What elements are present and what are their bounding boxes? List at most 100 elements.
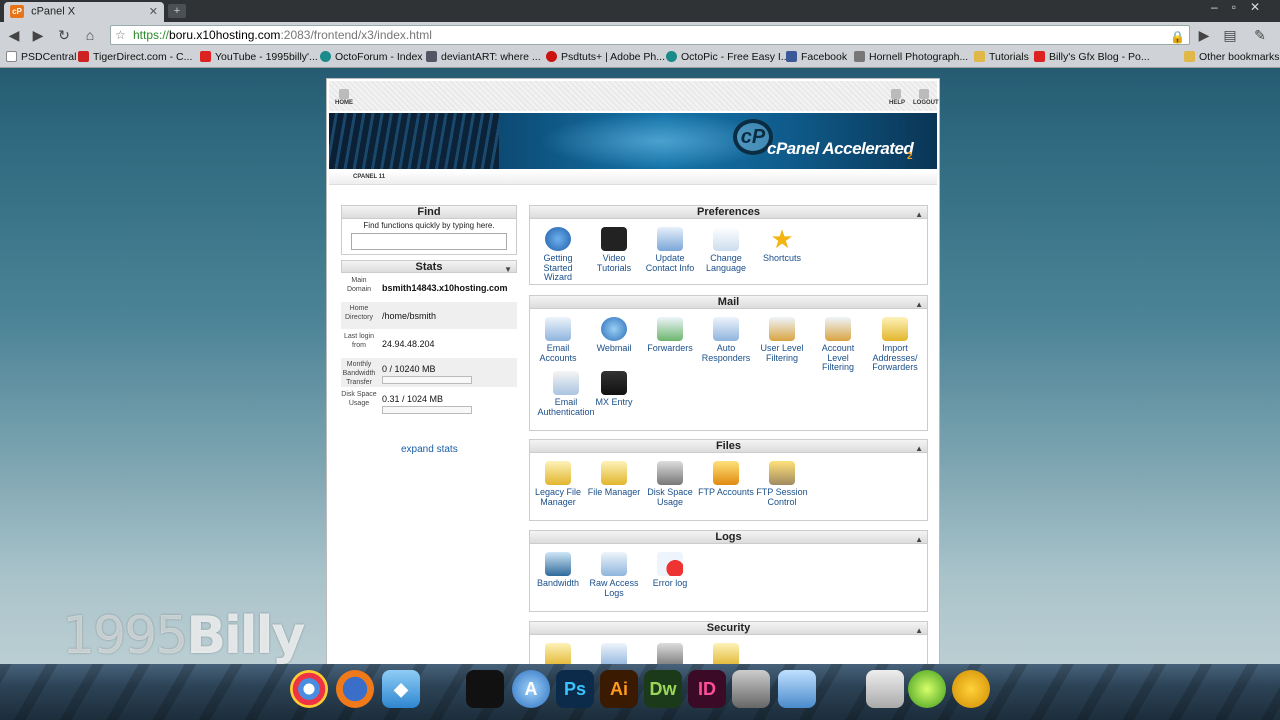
forwarders-item[interactable]: Forwarders [642, 317, 698, 354]
home-button[interactable]: ⌂ [80, 25, 100, 45]
chrome-icon[interactable] [290, 670, 328, 708]
ftp-session-control-item[interactable]: FTP Session Control [754, 461, 810, 507]
breadcrumb: CPANEL 11 [329, 171, 937, 185]
user-level-filtering-item[interactable]: User Level Filtering [754, 317, 810, 363]
folder-icon [601, 461, 627, 485]
other-bookmarks-folder[interactable]: Other bookmarks [1184, 51, 1280, 63]
ftp-accounts-item[interactable]: FTP Accounts [698, 461, 754, 498]
collapse-icon[interactable]: ▲ [915, 442, 923, 455]
address-bar[interactable]: ☆ https://boru.x10hosting.com:2083/front… [110, 25, 1190, 45]
find-hint: Find functions quickly by typing here. [363, 221, 495, 230]
lime-icon[interactable] [908, 670, 946, 708]
close-tab-icon[interactable]: ✕ [149, 5, 158, 18]
photoshop-icon[interactable]: Ps [556, 670, 594, 708]
play-icon[interactable]: ▶ [1194, 25, 1214, 45]
bookmark-item[interactable]: OctoPic - Free Easy I... [666, 51, 790, 63]
bookmark-item[interactable]: Psdtuts+ | Adobe Ph... [546, 51, 665, 63]
breadcrumb-label: CPANEL 11 [353, 174, 386, 180]
bandwidth-item[interactable]: Bandwidth [530, 552, 586, 589]
indesign-icon[interactable]: ID [688, 670, 726, 708]
dropbox-icon[interactable]: ◆ [382, 670, 420, 708]
import-folder-icon [882, 317, 908, 341]
firefox-icon[interactable] [336, 670, 374, 708]
file-manager-item[interactable]: File Manager [586, 461, 642, 498]
getting-started-wizard-item[interactable]: Getting Started Wizard [530, 227, 586, 283]
reload-button[interactable]: ↻ [54, 25, 74, 45]
stats-header[interactable]: Stats ▼ [341, 260, 517, 274]
page-menu-icon[interactable]: ▤ [1220, 25, 1240, 45]
stat-label: Main Domain [346, 277, 372, 293]
email-accounts-item[interactable]: Email Accounts [530, 317, 586, 363]
dreamweaver-icon[interactable]: Dw [644, 670, 682, 708]
section-header[interactable]: Logs ▲ [530, 531, 927, 544]
window-controls[interactable]: –▫✕ [1211, 0, 1274, 14]
illustrator-icon[interactable]: Ai [600, 670, 638, 708]
stat-label: Home Directory [344, 305, 373, 321]
help-link[interactable]: HELP [889, 100, 905, 106]
raw-access-logs-item[interactable]: Raw Access Logs [586, 552, 642, 598]
monitor-chart-icon [545, 552, 571, 576]
collapse-icon[interactable]: ▲ [915, 298, 923, 311]
finder-windows-icon[interactable] [778, 670, 816, 708]
smiley-icon[interactable] [952, 670, 990, 708]
app-store-icon[interactable]: A [512, 670, 550, 708]
section-header[interactable]: Preferences ▲ [530, 206, 927, 219]
video-tutorials-item[interactable]: Video Tutorials [586, 227, 642, 273]
back-button[interactable]: ◀ [4, 25, 24, 45]
language-icon [713, 227, 739, 251]
collapse-icon[interactable]: ▲ [915, 533, 923, 546]
collapse-icon[interactable]: ▲ [915, 208, 923, 221]
section-title: Preferences [697, 206, 760, 218]
stats-panel: Stats ▼ Main Domain bsmith14843.x10hosti… [341, 260, 517, 435]
new-tab-button[interactable]: + [168, 4, 186, 18]
find-panel: Find Find functions quickly by typing he… [341, 205, 517, 255]
section-title: Security [706, 622, 751, 634]
computer-icon[interactable] [732, 670, 770, 708]
star-icon[interactable]: ☆ [115, 26, 126, 44]
section-title: Mail [717, 296, 740, 308]
security-section: Security ▲ [529, 621, 928, 667]
webmail-item[interactable]: Webmail [586, 317, 642, 354]
bookmark-item[interactable]: PSDCentral [6, 51, 76, 63]
logout-link[interactable]: LOGOUT [913, 100, 939, 106]
bookmark-folder[interactable]: Tutorials [974, 51, 1029, 63]
bookmark-item[interactable]: Billy's Gfx Blog - Po... [1034, 51, 1150, 63]
wrench-icon[interactable]: ✎ [1250, 25, 1270, 45]
mx-server-icon [601, 371, 627, 395]
tablet-icon[interactable] [466, 670, 504, 708]
disk-space-usage-item[interactable]: Disk Space Usage [642, 461, 698, 507]
update-contact-info-item[interactable]: Update Contact Info [642, 227, 698, 273]
bookmark-item[interactable]: YouTube - 1995billy'... [200, 51, 318, 63]
error-log-item[interactable]: Error log [642, 552, 698, 589]
change-language-item[interactable]: Change Language [698, 227, 754, 273]
section-header[interactable]: Mail ▲ [530, 296, 927, 309]
logs-section: Logs ▲ Bandwidth Raw Access Logs Error lo… [529, 530, 928, 612]
home-icon[interactable] [339, 89, 349, 99]
cpanel-favicon-icon: cP [10, 5, 24, 18]
import-addresses-item[interactable]: Import Addresses/ Forwarders [866, 317, 924, 373]
bookmark-item[interactable]: Facebook [786, 51, 847, 63]
section-header[interactable]: Files ▲ [530, 440, 927, 453]
logout-icon[interactable] [919, 89, 929, 99]
forward-button[interactable]: ▶ [28, 25, 48, 45]
mx-entry-item[interactable]: MX Entry [586, 371, 642, 408]
stat-label: Disk Space Usage [341, 391, 377, 407]
collapse-icon[interactable]: ▲ [915, 624, 923, 637]
bookmark-item[interactable]: TigerDirect.com - C... [78, 51, 192, 63]
expand-stats-link[interactable]: expand stats [401, 444, 458, 455]
bookmark-item[interactable]: OctoForum - Index [320, 51, 423, 63]
auth-document-icon [553, 371, 579, 395]
home-link[interactable]: HOME [335, 100, 353, 106]
find-input[interactable] [351, 233, 507, 250]
lock-icon[interactable]: 🔒 [1170, 28, 1185, 46]
bookmark-item[interactable]: deviantART: where ... [426, 51, 541, 63]
account-level-filtering-item[interactable]: Account Level Filtering [810, 317, 866, 373]
help-icon[interactable] [891, 89, 901, 99]
legacy-file-manager-item[interactable]: Legacy File Manager [530, 461, 586, 507]
trash-icon[interactable] [866, 670, 904, 708]
section-header[interactable]: Security ▲ [530, 622, 927, 635]
tab-cpanel[interactable]: cP cPanel X ✕ [4, 2, 164, 22]
auto-responders-item[interactable]: Auto Responders [698, 317, 754, 363]
shortcuts-item[interactable]: ★ Shortcuts [754, 226, 810, 264]
bookmark-item[interactable]: Hornell Photograph... [854, 51, 968, 63]
